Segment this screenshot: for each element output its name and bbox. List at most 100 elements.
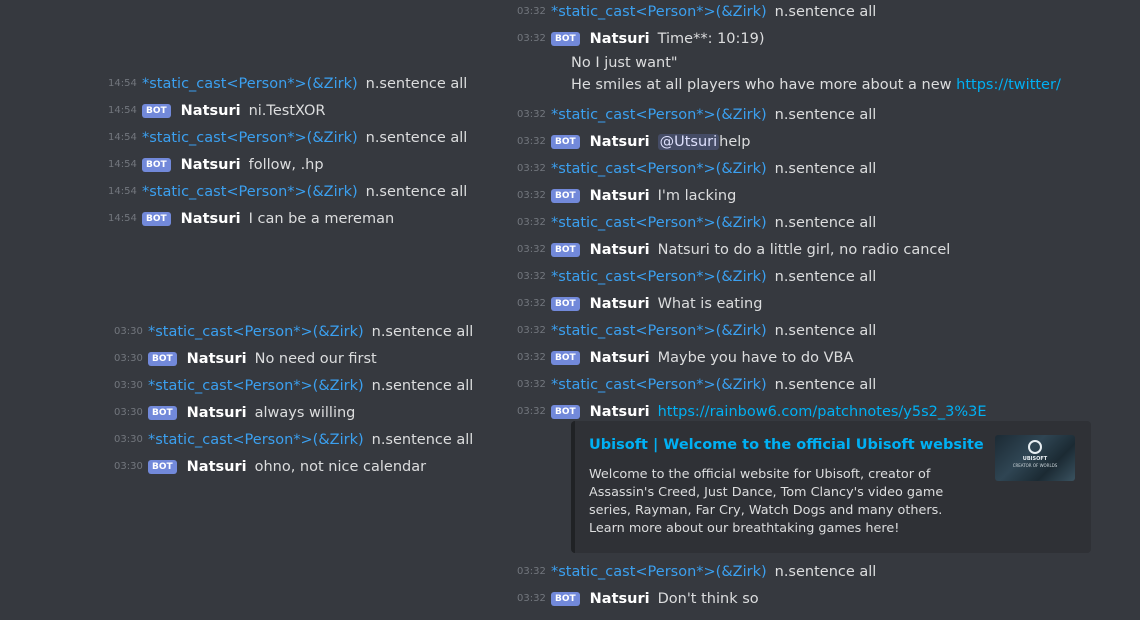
timestamp: 03:32 xyxy=(517,325,546,336)
timestamp: 03:32 xyxy=(517,6,546,17)
timestamp: 14:54 xyxy=(108,186,137,197)
chat-message: 03:32 BOT Natsuri Maybe you have to do V… xyxy=(517,344,1061,371)
chat-message: 03:32 BOT Natsuri I'm lacking xyxy=(517,182,1061,209)
author-name[interactable]: *static_cast<Person*>(&Zirk) xyxy=(551,161,767,177)
timestamp: 03:32 xyxy=(517,298,546,309)
bot-author-name[interactable]: Natsuri xyxy=(590,404,650,420)
bot-author-name[interactable]: Natsuri xyxy=(590,296,650,312)
message-text: n.sentence all xyxy=(371,431,474,448)
bot-author-name[interactable]: Natsuri xyxy=(590,350,650,366)
message-text: Time**: 10:19) xyxy=(657,30,765,47)
message-text: Don't think so xyxy=(657,590,759,607)
bot-author-name[interactable]: Natsuri xyxy=(187,459,247,475)
chat-message: 03:32 *static_cast<Person*>(&Zirk) n.sen… xyxy=(517,0,1061,25)
message-link[interactable]: https://rainbow6.com/patchnotes/y5s2_3%3… xyxy=(658,404,987,420)
ubisoft-logo-icon xyxy=(1028,440,1042,454)
bot-author-name[interactable]: Natsuri xyxy=(590,242,650,258)
timestamp: 03:32 xyxy=(517,33,546,44)
message-text: n.sentence all xyxy=(371,377,474,394)
bot-badge: BOT xyxy=(551,296,580,311)
chat-message: 03:32 *static_cast<Person*>(&Zirk) n.sen… xyxy=(517,209,1061,236)
timestamp: 03:32 xyxy=(517,163,546,174)
message-text: n.sentence all xyxy=(774,3,877,20)
timestamp: 03:32 xyxy=(517,244,546,255)
chat-message: 03:30 BOT Natsuri ohno, not nice calenda… xyxy=(114,453,473,480)
timestamp: 03:32 xyxy=(517,271,546,282)
timestamp: 03:32 xyxy=(517,593,546,604)
message-text: n.sentence all xyxy=(365,129,468,146)
author-name[interactable]: *static_cast<Person*>(&Zirk) xyxy=(551,107,767,123)
message-text: ohno, not nice calendar xyxy=(254,458,427,475)
message-text: help xyxy=(719,133,751,150)
message-group-right-after: 03:32 *static_cast<Person*>(&Zirk) n.sen… xyxy=(517,558,876,612)
timestamp: 03:30 xyxy=(114,407,143,418)
bot-badge: BOT xyxy=(142,211,171,226)
message-group-left-bottom: 03:30 *static_cast<Person*>(&Zirk) n.sen… xyxy=(114,318,473,480)
author-name[interactable]: *static_cast<Person*>(&Zirk) xyxy=(148,324,364,340)
chat-message: 03:32 *static_cast<Person*>(&Zirk) n.sen… xyxy=(517,558,876,585)
chat-message: 03:30 BOT Natsuri No need our first xyxy=(114,345,473,372)
timestamp: 03:32 xyxy=(517,406,546,417)
bot-badge: BOT xyxy=(142,103,171,118)
thumbnail-brand: UBISOFT xyxy=(1022,456,1048,462)
bot-badge: BOT xyxy=(551,134,580,149)
chat-message: 03:30 *static_cast<Person*>(&Zirk) n.sen… xyxy=(114,426,473,453)
bot-author-name[interactable]: Natsuri xyxy=(181,157,241,173)
chat-message: 03:30 BOT Natsuri always willing xyxy=(114,399,473,426)
chat-message: 14:54 BOT Natsuri I can be a mereman xyxy=(108,205,467,232)
message-text: I can be a mereman xyxy=(248,210,395,227)
thumbnail-tagline: CREATOR OF WORLDS xyxy=(1012,463,1058,468)
chat-message: 03:32 BOT Natsuri Time**: 10:19) xyxy=(517,25,1061,52)
timestamp: 03:32 xyxy=(517,217,546,228)
chat-message: 14:54 *static_cast<Person*>(&Zirk) n.sen… xyxy=(108,124,467,151)
message-text: Maybe you have to do VBA xyxy=(657,349,854,366)
message-link[interactable]: https://twitter/ xyxy=(956,77,1061,93)
message-text: follow, .hp xyxy=(248,156,324,173)
author-name[interactable]: *static_cast<Person*>(&Zirk) xyxy=(551,377,767,393)
bot-badge: BOT xyxy=(148,459,177,474)
timestamp: 14:54 xyxy=(108,78,137,89)
author-name[interactable]: *static_cast<Person*>(&Zirk) xyxy=(551,4,767,20)
timestamp: 03:32 xyxy=(517,566,546,577)
bot-badge: BOT xyxy=(148,351,177,366)
message-text: n.sentence all xyxy=(774,376,877,393)
chat-message: 14:54 BOT Natsuri follow, .hp xyxy=(108,151,467,178)
bot-author-name[interactable]: Natsuri xyxy=(590,134,650,150)
bot-author-name[interactable]: Natsuri xyxy=(187,351,247,367)
bot-author-name[interactable]: Natsuri xyxy=(590,31,650,47)
chat-message: 03:30 *static_cast<Person*>(&Zirk) n.sen… xyxy=(114,318,473,345)
bot-author-name[interactable]: Natsuri xyxy=(187,405,247,421)
message-text: n.sentence all xyxy=(371,323,474,340)
author-name[interactable]: *static_cast<Person*>(&Zirk) xyxy=(551,323,767,339)
bot-badge: BOT xyxy=(551,350,580,365)
link-embed: Ubisoft | Welcome to the official Ubisof… xyxy=(571,421,1091,553)
author-name[interactable]: *static_cast<Person*>(&Zirk) xyxy=(142,184,358,200)
author-name[interactable]: *static_cast<Person*>(&Zirk) xyxy=(551,269,767,285)
bot-badge: BOT xyxy=(142,157,171,172)
bot-author-name[interactable]: Natsuri xyxy=(181,211,241,227)
message-continuation: No I just want" xyxy=(571,52,1061,74)
user-mention[interactable]: @Utsuri xyxy=(657,133,720,150)
message-text: I'm lacking xyxy=(657,187,737,204)
message-group-right: 03:32 *static_cast<Person*>(&Zirk) n.sen… xyxy=(517,0,1061,425)
author-name[interactable]: *static_cast<Person*>(&Zirk) xyxy=(142,76,358,92)
message-text: n.sentence all xyxy=(774,563,877,580)
message-text: n.sentence all xyxy=(774,322,877,339)
chat-message: 03:30 *static_cast<Person*>(&Zirk) n.sen… xyxy=(114,372,473,399)
author-name[interactable]: *static_cast<Person*>(&Zirk) xyxy=(148,432,364,448)
embed-title[interactable]: Ubisoft | Welcome to the official Ubisof… xyxy=(589,437,984,453)
bot-author-name[interactable]: Natsuri xyxy=(590,591,650,607)
author-name[interactable]: *static_cast<Person*>(&Zirk) xyxy=(148,378,364,394)
bot-author-name[interactable]: Natsuri xyxy=(590,188,650,204)
bot-author-name[interactable]: Natsuri xyxy=(181,103,241,119)
embed-description: Welcome to the official website for Ubis… xyxy=(589,467,944,536)
embed-thumbnail[interactable]: UBISOFT CREATOR OF WORLDS xyxy=(995,435,1075,481)
timestamp: 03:32 xyxy=(517,352,546,363)
chat-message: 03:32 *static_cast<Person*>(&Zirk) n.sen… xyxy=(517,101,1061,128)
message-text: He smiles at all players who have more a… xyxy=(571,77,957,93)
bot-badge: BOT xyxy=(148,405,177,420)
chat-message: 14:54 *static_cast<Person*>(&Zirk) n.sen… xyxy=(108,178,467,205)
author-name[interactable]: *static_cast<Person*>(&Zirk) xyxy=(551,564,767,580)
author-name[interactable]: *static_cast<Person*>(&Zirk) xyxy=(551,215,767,231)
author-name[interactable]: *static_cast<Person*>(&Zirk) xyxy=(142,130,358,146)
